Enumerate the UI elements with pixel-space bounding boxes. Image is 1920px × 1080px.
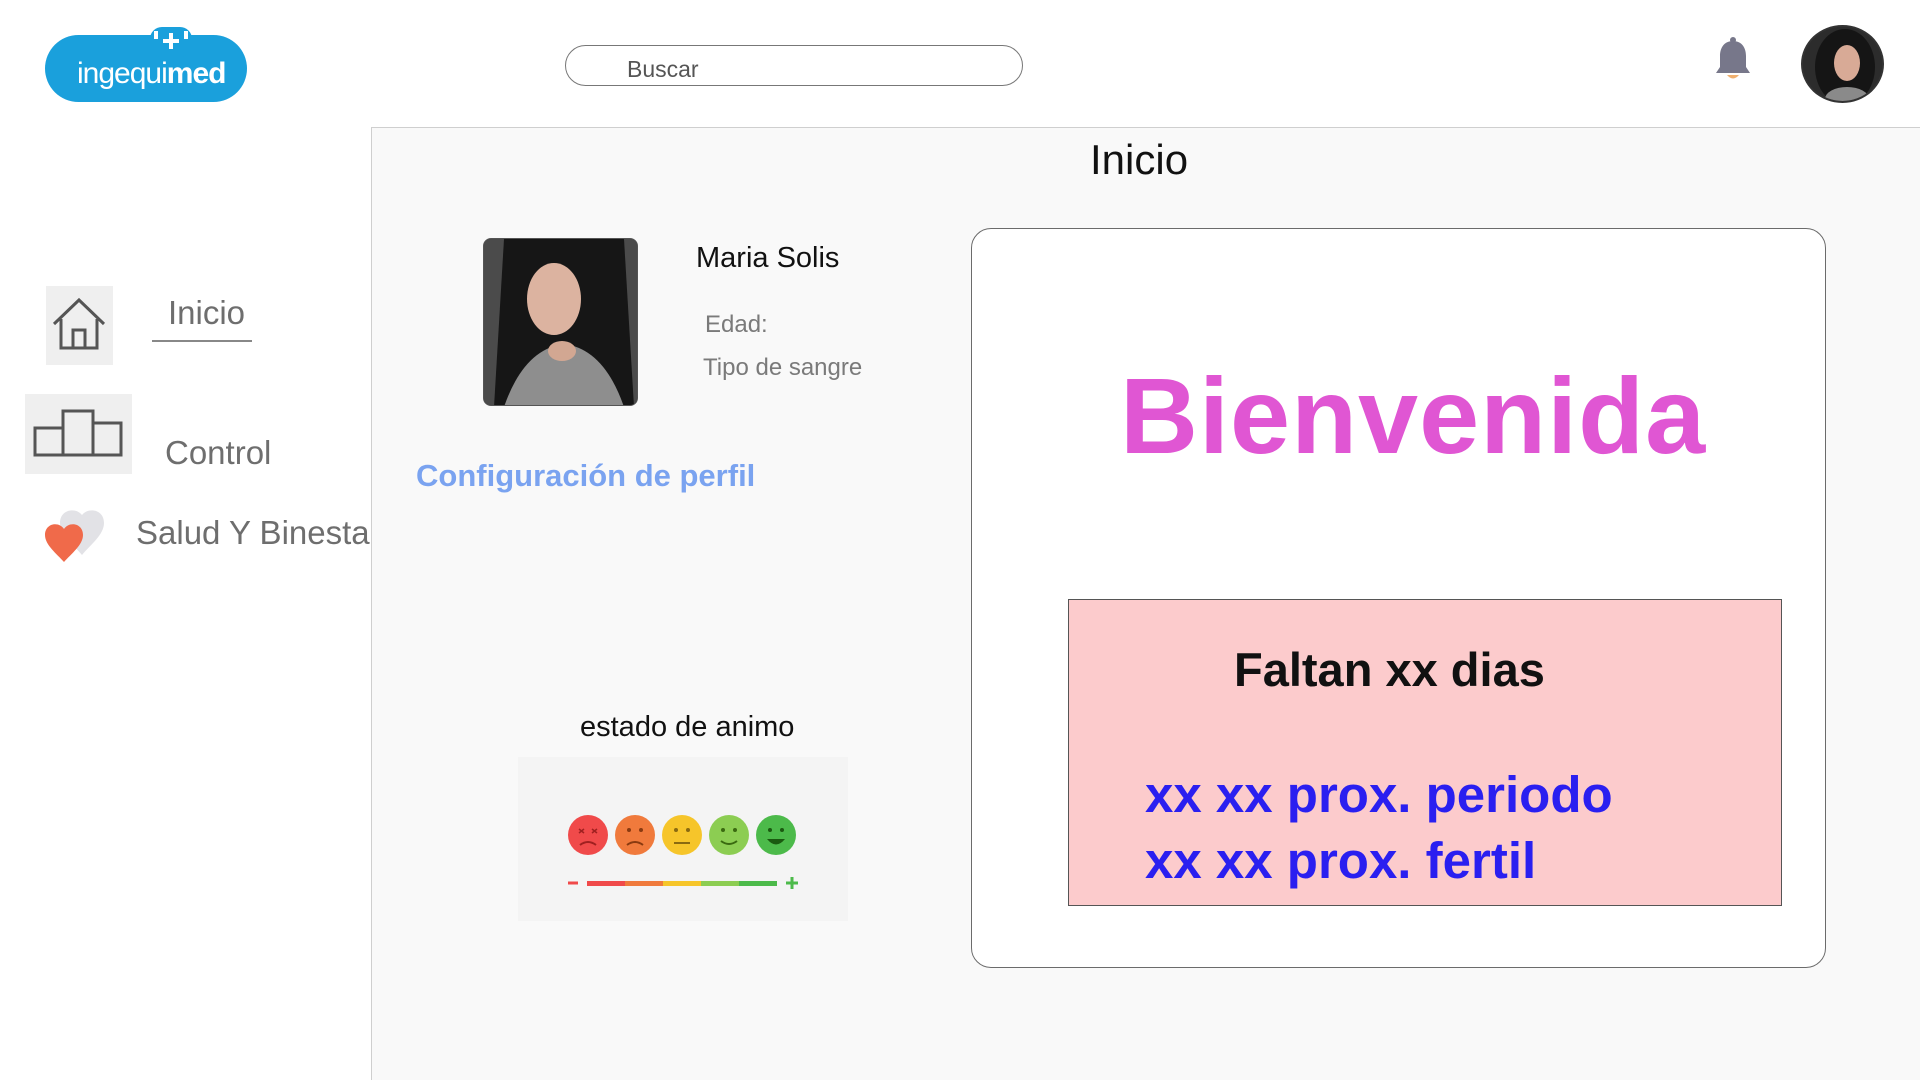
- logo-text: ingequimed: [77, 57, 226, 90]
- welcome-heading: Bienvenida: [1120, 355, 1707, 476]
- page-title: Inicio: [1090, 136, 1189, 183]
- mood-happy-icon[interactable]: [709, 815, 749, 855]
- home-icon: [46, 286, 113, 365]
- profile-settings-link[interactable]: Configuración de perfil: [416, 458, 755, 494]
- profile-name: Maria Solis: [696, 242, 840, 274]
- app-logo[interactable]: ingequimed: [45, 27, 247, 102]
- mood-very-sad-icon[interactable]: [568, 815, 608, 855]
- search-placeholder: Buscar: [627, 56, 699, 82]
- days-remaining-text: Faltan xx dias: [1234, 643, 1545, 696]
- sidebar-item-label: Inicio: [168, 294, 246, 331]
- sidebar-item-label: Salud Y Binestar: [136, 514, 381, 551]
- logo-plus-bubble: [150, 27, 192, 57]
- next-period-text: xx xx prox. periodo: [1145, 766, 1613, 823]
- mood-neutral-icon[interactable]: [662, 815, 702, 855]
- blood-type-label: Tipo de sangre: [703, 354, 863, 381]
- mood-title: estado de animo: [580, 711, 795, 743]
- bell-icon[interactable]: [1712, 36, 1754, 84]
- search-input[interactable]: Buscar: [565, 45, 1023, 86]
- sidebar-item-label: Control: [165, 434, 272, 471]
- mood-very-happy-icon[interactable]: [756, 815, 796, 855]
- profile-photo: [483, 238, 638, 406]
- next-fertile-text: xx xx prox. fertil: [1145, 832, 1537, 889]
- mood-selector: [518, 757, 848, 921]
- podium-icon: [25, 394, 132, 474]
- mood-scale-bar: [568, 877, 798, 889]
- user-avatar[interactable]: [1801, 25, 1884, 103]
- age-label: Edad:: [705, 311, 768, 338]
- heart-icon: [38, 505, 110, 573]
- active-indicator: [152, 340, 252, 342]
- mood-sad-icon[interactable]: [615, 815, 655, 855]
